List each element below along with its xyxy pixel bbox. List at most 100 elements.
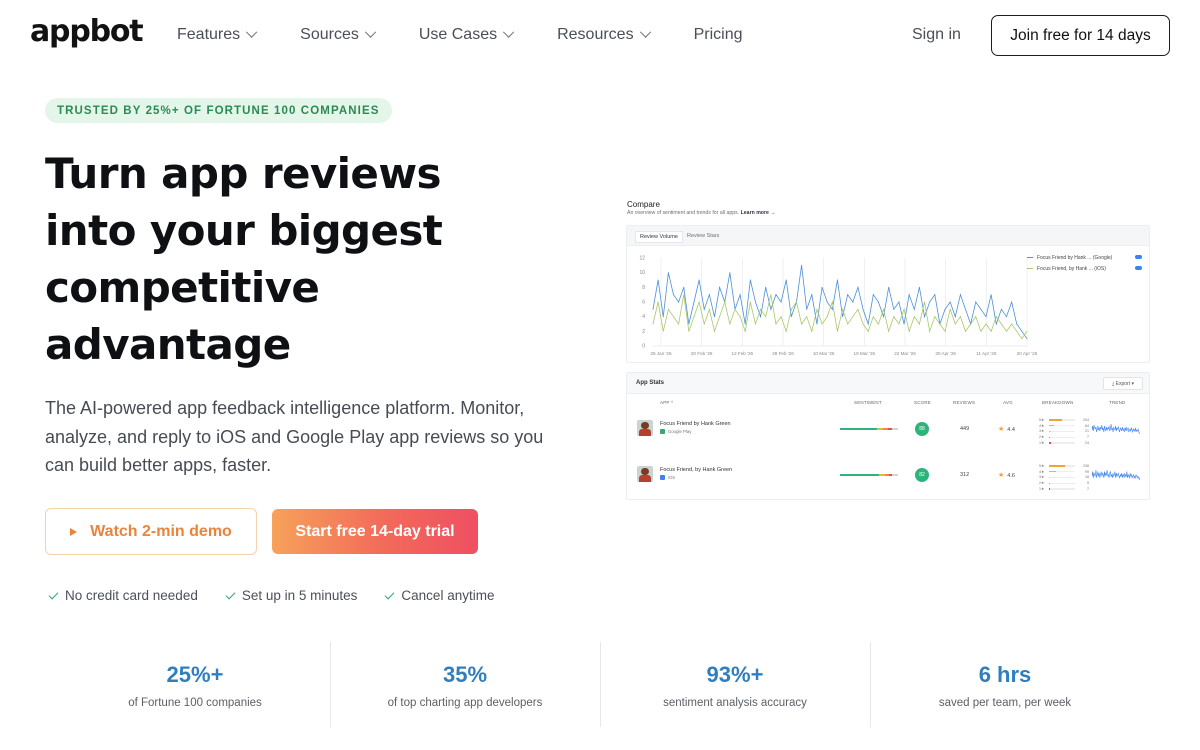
series-point [724, 301, 726, 303]
col-avg: AVG [1003, 400, 1013, 405]
compare-title: Compare [627, 200, 660, 209]
review-count: 312 [960, 472, 970, 478]
breakdown-value: 21 [1085, 429, 1089, 434]
nav-pricing[interactable]: Pricing [694, 26, 743, 44]
series-point [755, 323, 756, 325]
stat-item: 6 hrs saved per team, per week [870, 642, 1140, 727]
series-point [688, 323, 690, 325]
series-point [918, 323, 920, 325]
series-point [662, 330, 664, 332]
stats-strip: 25%+ of Fortune 100 companies 35% of top c… [60, 642, 1140, 727]
series-point [985, 323, 987, 325]
legend-toggle[interactable] [1135, 255, 1142, 259]
play-icon [70, 527, 78, 536]
stat-value: 25%+ [166, 662, 224, 687]
nav-sources[interactable]: Sources [300, 26, 377, 44]
compare-subtitle: An overview of sentiment and trends for … [627, 210, 776, 216]
series-point [714, 330, 715, 332]
breakdown-fill [1049, 488, 1050, 490]
series-point [1006, 330, 1007, 332]
y-tick-label: 8 [642, 285, 645, 291]
breakdown-value: 7 [1087, 487, 1089, 492]
breakdown-line: 1★ 24 [1039, 440, 1089, 446]
breakdown-value: 5 [1087, 481, 1089, 486]
app-source-label: iOS [668, 475, 676, 480]
series-point [821, 323, 823, 325]
sparkline-path [1092, 423, 1140, 435]
appbot-logo[interactable]: appbot [30, 14, 144, 49]
nav-features[interactable]: Features [177, 26, 258, 44]
compare-subtitle-text: An overview of sentiment and trends for … [627, 210, 740, 216]
app-row[interactable]: Focus Friend, by Hank Green iOS 82 312 ★… [627, 461, 1149, 497]
breakdown-bar [1049, 430, 1075, 433]
breakdown-fill [1049, 482, 1050, 485]
series-point [913, 316, 915, 318]
series-point [683, 286, 685, 288]
x-tick-label: 20 Apr '26 [1017, 351, 1038, 356]
x-tick-label: 20 Feb '26 [691, 351, 713, 356]
export-button[interactable]: ⤓ Export ▾ [1103, 377, 1143, 390]
series-point [806, 308, 808, 310]
stat-value: 6 hrs [978, 662, 1032, 687]
benefit-item: No credit card needed [48, 588, 198, 603]
stat-value: 35% [442, 662, 488, 687]
app-row[interactable]: Focus Friend by Hank Green Google Play 8… [627, 415, 1149, 451]
nav-use-cases[interactable]: Use Cases [419, 26, 515, 44]
series-point [1011, 301, 1013, 303]
tab-review-volume[interactable]: Review Volume [635, 231, 683, 243]
series-point [959, 316, 961, 318]
stat-value: 93%+ [706, 662, 764, 687]
tab-review-stars[interactable]: Review Stars [683, 231, 723, 241]
learn-more-link[interactable]: Learn more → [741, 210, 776, 216]
x-tick-label: 28 Feb '26 [772, 351, 794, 356]
nav-resources[interactable]: Resources [557, 26, 651, 44]
series-point [893, 308, 895, 310]
stat-item: 93%+ sentiment analysis accuracy [600, 642, 870, 727]
legend-item[interactable]: Focus Friend by Hank ... (Google) [1027, 252, 1142, 263]
series-point [708, 294, 710, 296]
series-point [862, 323, 864, 325]
breakdown-bar [1049, 436, 1075, 439]
series-point [954, 316, 956, 318]
series-point [652, 323, 654, 325]
series-point [1016, 330, 1018, 332]
nav-resources-label: Resources [557, 26, 634, 43]
checkmark-icon [225, 589, 236, 599]
series-point [965, 330, 966, 332]
legend-toggle[interactable] [1135, 266, 1142, 270]
legend-item[interactable]: Focus Friend, by Hank ... (iOS) [1027, 263, 1142, 274]
series-point [667, 272, 669, 274]
series-point [678, 301, 680, 303]
app-stats-panel: App Stats ⤓ Export ▾ APP ^ SENTIMENT SCO… [626, 372, 1150, 500]
series-point [739, 294, 741, 296]
sign-in-link[interactable]: Sign in [912, 26, 961, 44]
trend-sparkline [1092, 423, 1140, 435]
breakdown-bar [1049, 424, 1075, 427]
watch-demo-button[interactable]: Watch 2-min demo [45, 508, 257, 555]
series-point [1016, 323, 1018, 325]
series-point [1011, 323, 1013, 325]
series-point [785, 279, 787, 281]
app-source: iOS [660, 475, 675, 480]
series-point [780, 316, 782, 318]
col-app[interactable]: APP ^ [660, 400, 673, 405]
start-trial-button[interactable]: Start free 14-day trial [272, 509, 478, 554]
series-point [836, 279, 838, 281]
join-free-button[interactable]: Join free for 14 days [991, 15, 1170, 56]
benefit-label: Set up in 5 minutes [241, 588, 358, 603]
series-point [744, 330, 746, 332]
stat-caption: saved per team, per week [938, 697, 1072, 709]
col-trend: TREND [1109, 400, 1126, 405]
series-point [831, 308, 833, 310]
x-tick-label: 12 Feb '26 [732, 351, 754, 356]
y-tick-label: 2 [642, 329, 645, 335]
series-point [862, 308, 864, 310]
series-point [857, 286, 859, 288]
series-point [678, 323, 680, 325]
series-point [775, 323, 777, 325]
breakdown-label: 3★ [1039, 475, 1045, 480]
breakdown-fill [1049, 465, 1065, 467]
series-point [801, 264, 803, 266]
series-line-0 [652, 265, 1028, 339]
series-point [903, 323, 905, 325]
